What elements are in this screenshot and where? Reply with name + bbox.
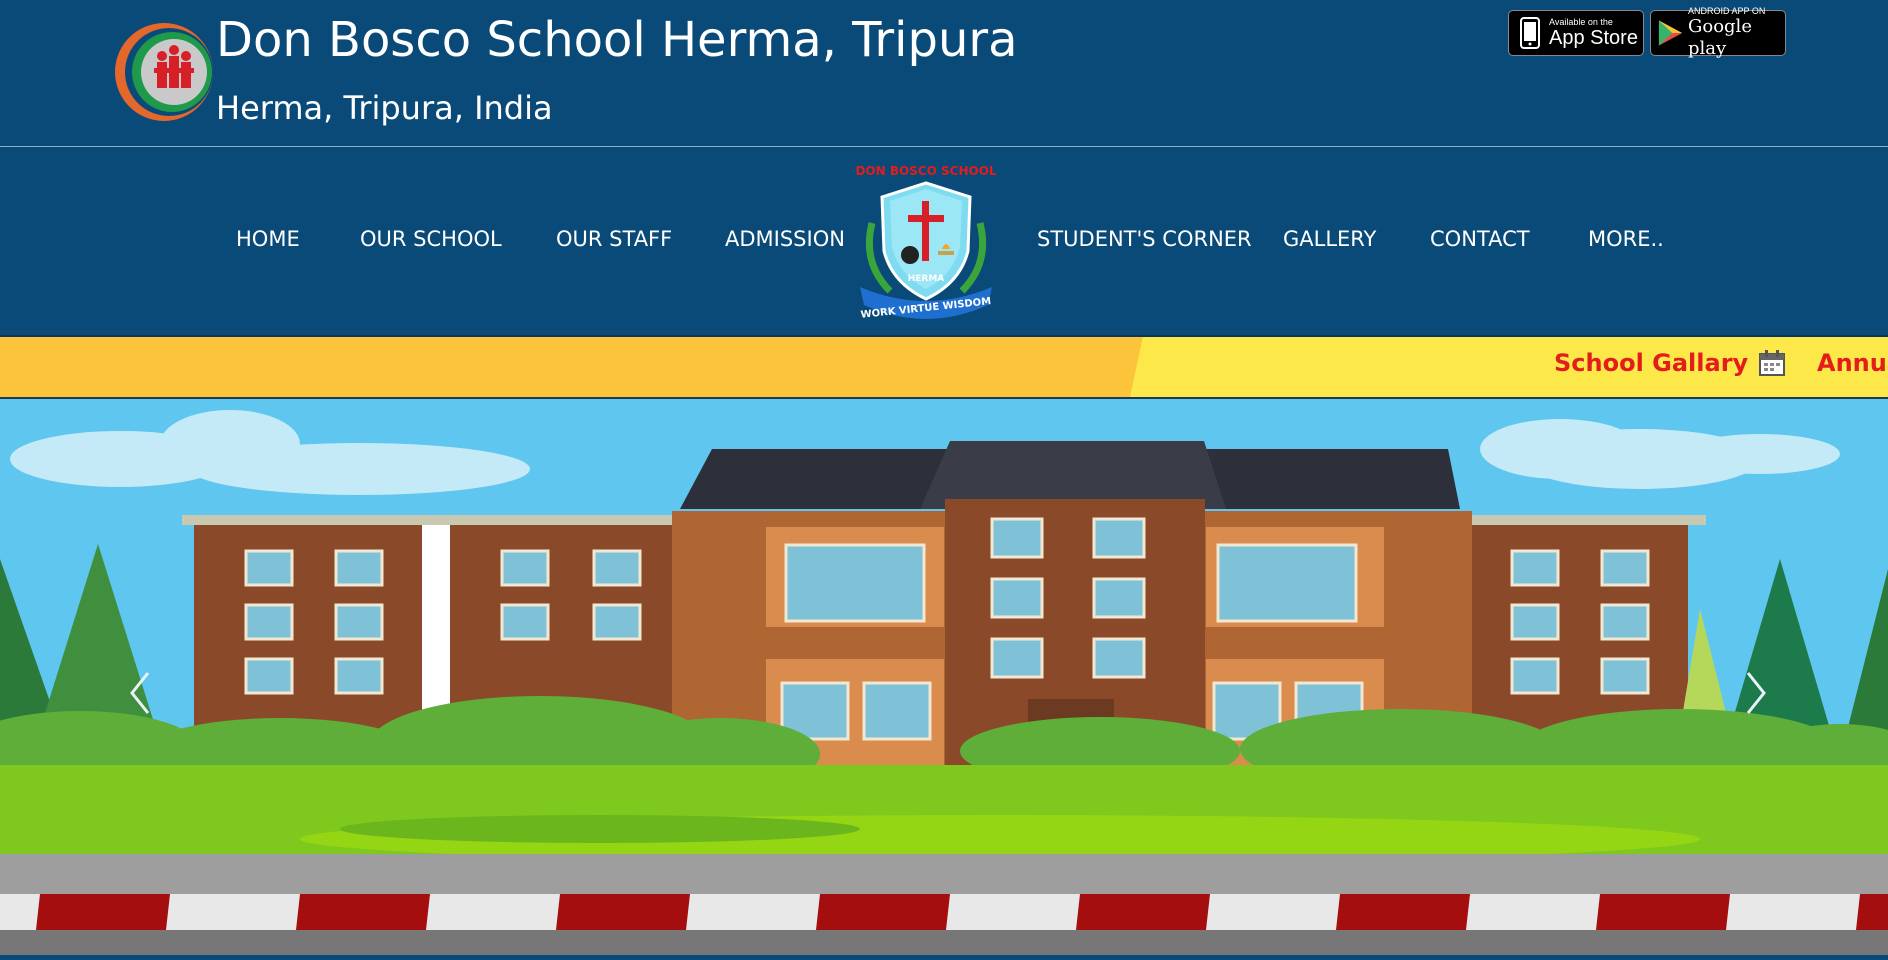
main-nav: HOME OUR SCHOOL OUR STAFF ADMISSION DON … [0, 147, 1888, 337]
nav-gallery[interactable]: GALLERY [1283, 227, 1376, 251]
ticker-item-annual[interactable]: Annua [1817, 349, 1888, 377]
app-store-big-text: App Store [1549, 27, 1638, 49]
play-icon [1658, 20, 1683, 46]
crest-name-text: HERMA [908, 274, 945, 284]
nav-home[interactable]: HOME [236, 227, 300, 251]
app-store-small-text: Available on the [1549, 17, 1613, 27]
google-play-small-text: ANDROID APP ON [1687, 6, 1766, 16]
nav-our-staff[interactable]: OUR STAFF [556, 227, 672, 251]
nav-our-school[interactable]: OUR SCHOOL [360, 227, 502, 251]
google-play-big-text: Google play [1687, 16, 1752, 59]
crest-top-text: DON BOSCO SCHOOL [855, 164, 996, 178]
site-subtitle: Herma, Tripura, India [216, 89, 553, 127]
app-store-badge[interactable]: Available on the App Store [1508, 10, 1644, 56]
nav-admission[interactable]: ADMISSION [725, 227, 845, 251]
nav-students-corner[interactable]: STUDENT'S CORNER [1037, 227, 1252, 251]
phone-icon [1520, 17, 1540, 49]
news-ticker: School Gallary Annua [0, 337, 1888, 399]
school-crest-logo[interactable]: DON BOSCO SCHOOL HERMA WORK VIRTUE WISDO… [850, 163, 1002, 321]
calendar-icon [1759, 350, 1785, 376]
nav-contact[interactable]: CONTACT [1430, 227, 1530, 251]
hero-slider [0, 399, 1888, 955]
ticker-item-school-gallary[interactable]: School Gallary [1554, 349, 1748, 377]
site-title: Don Bosco School Herma, Tripura [216, 12, 1018, 68]
school-building-illustration [0, 399, 1888, 955]
nav-more[interactable]: MORE.. [1588, 227, 1664, 251]
google-play-badge[interactable]: ANDROID APP ON Google play [1650, 6, 1786, 59]
chevron-left-icon[interactable] [128, 669, 152, 717]
chevron-right-icon[interactable] [1744, 669, 1768, 717]
top-header: Don Bosco School Herma, Tripura Herma, T… [0, 0, 1888, 147]
salesian-logo[interactable] [112, 20, 216, 124]
